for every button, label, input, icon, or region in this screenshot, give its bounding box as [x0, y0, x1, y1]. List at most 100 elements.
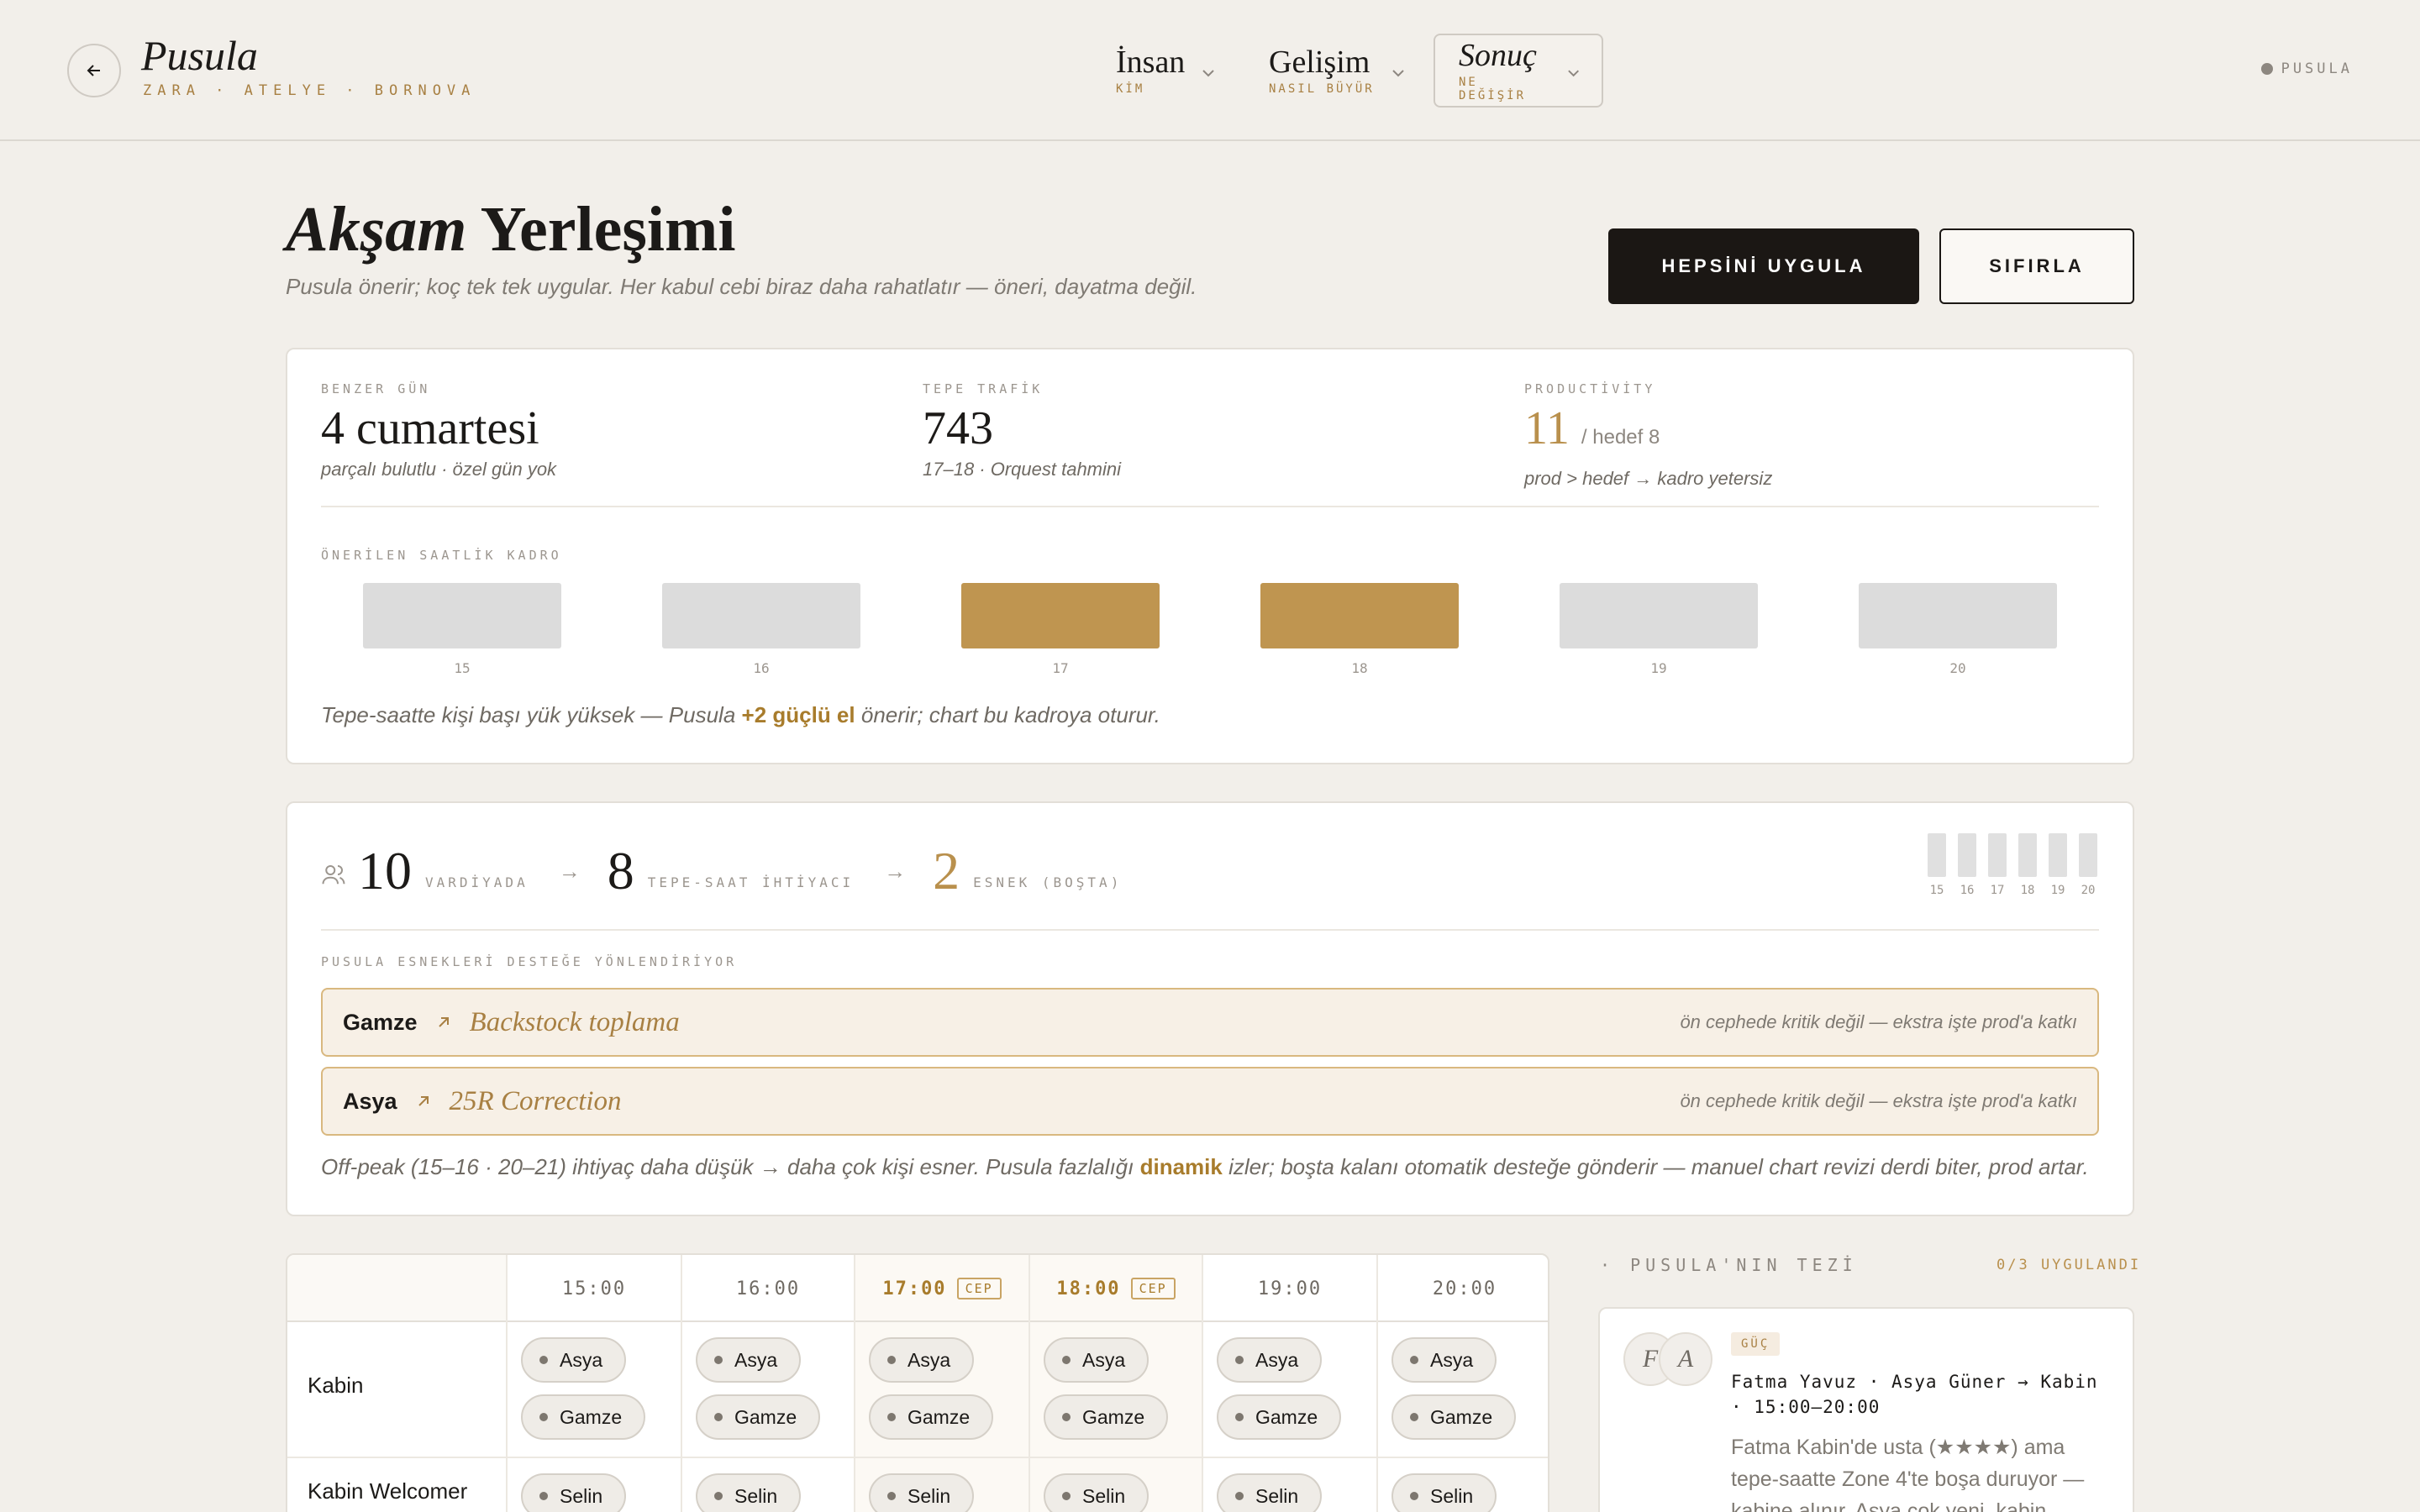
staff-chip[interactable]: Asya: [1217, 1337, 1323, 1383]
peak-badge: CEP: [956, 1278, 1002, 1299]
staff-chip[interactable]: Asya: [869, 1337, 975, 1383]
arrow-up-right-icon: [438, 1017, 449, 1027]
nav-insan[interactable]: İnsan KİM: [1092, 34, 1237, 108]
staff-chip[interactable]: Gamze: [1044, 1394, 1169, 1440]
stat-value: 743: [923, 402, 993, 454]
nav-sublabel: NE DEĞİŞİR: [1459, 76, 1527, 102]
on-shift-count: 10: [358, 841, 412, 900]
reset-button[interactable]: SIFIRLA: [1939, 228, 2134, 304]
nav-sublabel: NASIL BÜYÜR: [1269, 82, 1375, 96]
hour-header: 17:00 CEP: [855, 1255, 1028, 1322]
forecast-card: BENZER GÜN 4 cumartesi parçalı bulutlu ·…: [286, 348, 2134, 764]
staffing-bar-label: 18: [1351, 660, 1368, 676]
staff-chip[interactable]: Gamze: [521, 1394, 646, 1440]
peak-traffic-stat: TEPE TRAFİK 743 17–18 · Orquest tahmini: [923, 381, 1121, 480]
assignment-name: Gamze: [343, 1009, 418, 1035]
stat-note: prod > hedef → kadro yetersiz: [1524, 468, 1773, 489]
hour-label: 18:00: [1056, 1278, 1121, 1299]
staff-chip[interactable]: Selin: [1217, 1473, 1323, 1512]
staff-chip[interactable]: Selin: [1044, 1473, 1150, 1512]
schedule-table: 15:00 16:00 17:00 CEP 18:00 CEP 19:00 20:0…: [286, 1253, 1549, 1512]
staff-chip[interactable]: Asya: [521, 1337, 627, 1383]
staffing-bar-20: [1859, 583, 2057, 648]
status-indicator: PUSULA: [2260, 60, 2353, 77]
capacity-counts: 10 VARDİYADA → 8 TEPE-SAAT İHTİYACI → 2 …: [321, 842, 1122, 900]
mini-bar-label: 16: [1960, 884, 1975, 897]
peak-need-label: TEPE-SAAT İHTİYACI: [647, 874, 855, 890]
avatar: A: [1659, 1332, 1712, 1386]
mini-bar: [1958, 833, 1976, 877]
assignment-row[interactable]: Gamze Backstock toplama ön cephede kriti…: [321, 988, 2099, 1057]
staff-chip[interactable]: Asya: [1044, 1337, 1150, 1383]
staffing-bar-label: 15: [454, 660, 471, 676]
capacity-card: 10 VARDİYADA → 8 TEPE-SAAT İHTİYACI → 2 …: [286, 801, 2134, 1216]
staff-chip[interactable]: Gamze: [869, 1394, 994, 1440]
staffing-bar-label: 20: [1949, 660, 1966, 676]
staff-chip[interactable]: Gamze: [1392, 1394, 1517, 1440]
staffing-label: ÖNERİLEN SAATLİK KADRO: [321, 548, 562, 563]
staff-chip[interactable]: Selin: [696, 1473, 802, 1512]
productivity-stat: PRODUCTİVİTY 11 / hedef 8 prod > hedef →…: [1524, 381, 1772, 490]
stat-note: 17–18 · Orquest tahmini: [923, 459, 1122, 480]
staff-chip[interactable]: Selin: [869, 1473, 975, 1512]
hour-label: 20:00: [1432, 1278, 1497, 1299]
divider: [321, 506, 2099, 507]
assignment-task: Backstock toplama: [469, 1006, 680, 1037]
page-description: Pusula önerir; koç tek tek uygular. Her …: [286, 274, 1197, 299]
mini-bar-label: 19: [2050, 884, 2065, 897]
page-title-italic: Akşam: [286, 194, 467, 265]
staff-chip[interactable]: Asya: [696, 1337, 802, 1383]
nav-label: Gelişim: [1269, 45, 1370, 80]
stat-note: parçalı bulutlu · özel gün yok: [321, 459, 557, 480]
people-icon: [322, 865, 345, 885]
top-bar: Pusula ZARA · ATELYE · BORNOVA İnsan KİM…: [0, 0, 2420, 141]
assignment-name: Asya: [343, 1088, 397, 1114]
peak-need-count: 8: [607, 841, 634, 900]
staffing-bar-19: [1560, 583, 1758, 648]
footer-highlight: +2 güçlü el: [741, 702, 855, 727]
hour-label: 17:00: [882, 1278, 947, 1299]
productivity-value: 11: [1524, 402, 1570, 454]
back-button[interactable]: [67, 44, 121, 97]
staffing-bar-17: [961, 583, 1160, 648]
flex-count: 2: [933, 841, 960, 900]
page-title: Akşam Yerleşimi: [286, 192, 735, 267]
thesis-card[interactable]: F A GÜÇ Fatma Yavuz · Asya Güner → Kabin…: [1598, 1307, 2134, 1512]
footer-text: Tepe-saatte kişi başı yük yüksek — Pusul…: [321, 702, 736, 727]
row-line: [287, 1457, 1548, 1458]
role-label: Kabin: [308, 1373, 364, 1398]
on-shift-label: VARDİYADA: [425, 874, 529, 890]
arrow-right-icon: →: [558, 858, 581, 884]
staffing-bar-16: [662, 583, 860, 648]
staffing-bar-label: 19: [1650, 660, 1667, 676]
apply-all-button[interactable]: HEPSİNİ UYGULA: [1608, 228, 1919, 304]
footer-text: Off-peak (15–16 · 20–21) ihtiyaç daha dü…: [321, 1154, 1134, 1179]
nav-sonuc[interactable]: Sonuç NE DEĞİŞİR: [1434, 34, 1603, 108]
nav-sublabel: KİM: [1116, 82, 1145, 96]
hour-header: 20:00: [1378, 1255, 1548, 1322]
footer-text: önerir; chart bu kadroya oturur.: [860, 702, 1160, 727]
assignment-row[interactable]: Asya 25R Correction ön cephede kritik de…: [321, 1067, 2099, 1136]
staff-chip[interactable]: Selin: [1392, 1473, 1497, 1512]
staff-chip[interactable]: Selin: [521, 1473, 627, 1512]
staff-chip[interactable]: Gamze: [696, 1394, 821, 1440]
staff-chip[interactable]: Gamze: [1217, 1394, 1342, 1440]
mini-bar-label: 15: [1929, 884, 1944, 897]
assignment-task: 25R Correction: [449, 1085, 622, 1116]
staff-chip[interactable]: Asya: [1392, 1337, 1497, 1383]
nav-gelisim[interactable]: Gelişim NASIL BÜYÜR: [1245, 34, 1427, 108]
stat-value: 4 cumartesi: [321, 402, 539, 454]
hour-header: 18:00 CEP: [1030, 1255, 1202, 1322]
mini-bar-label: 20: [2081, 884, 2096, 897]
arrow-up-right-icon: [418, 1096, 429, 1106]
divider: [321, 929, 2099, 931]
hour-label: 19:00: [1257, 1278, 1323, 1299]
stat-value: 11 / hedef 8: [1524, 402, 1772, 465]
staffing-bar-label: 16: [753, 660, 770, 676]
hour-header: 16:00: [682, 1255, 854, 1322]
thesis-body: Fatma Kabin'de usta (★★★★) ama tepe-saat…: [1731, 1436, 2085, 1512]
assignment-reason: ön cephede kritik değil — ekstra işte pr…: [1680, 1090, 2077, 1111]
productivity-target: / hedef 8: [1581, 426, 1660, 449]
page-title-rest: Yerleşimi: [480, 194, 736, 265]
thesis-label: · PUSULA'NIN TEZİ: [1600, 1255, 1858, 1275]
